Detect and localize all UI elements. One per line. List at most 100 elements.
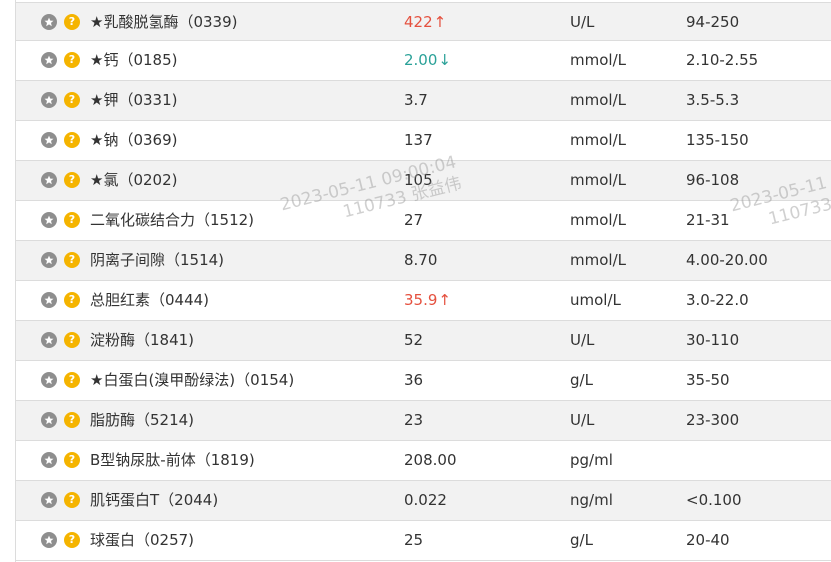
table-row: ? ★氯（0202) 105 mmol/L 96-108	[16, 161, 831, 201]
star-icon[interactable]	[41, 251, 57, 268]
test-result: 36	[404, 361, 423, 400]
test-unit: ng/ml	[570, 491, 613, 509]
test-result: 27	[404, 201, 423, 240]
star-icon[interactable]	[41, 211, 57, 228]
reference-range: 96-108	[686, 171, 740, 189]
result-value: 3.7	[404, 91, 428, 109]
row-icons: ?	[41, 321, 87, 360]
help-icon[interactable]: ?	[64, 411, 80, 428]
result-value: 2.00	[404, 51, 438, 69]
help-icon[interactable]: ?	[64, 251, 80, 268]
row-icons: ?	[41, 81, 87, 120]
table-row: ? ★乳酸脱氢酶（0339) 422↑ U/L 94-250	[16, 2, 831, 41]
table-row: ? 球蛋白（0257) 25 g/L 20-40	[16, 521, 831, 561]
result-value: 105	[404, 171, 433, 189]
result-value: 52	[404, 331, 424, 349]
help-icon[interactable]: ?	[64, 51, 80, 68]
lab-results-table: ? ★乳酸脱氢酶（0339) 422↑ U/L 94-250? ★钙（0185) 2.00↓…	[16, 2, 831, 561]
test-name: 总胆红素（0444)	[90, 291, 210, 309]
row-icons: ?	[41, 401, 87, 440]
test-name: B型钠尿肽-前体（1819)	[90, 451, 255, 469]
reference-range: 21-31	[686, 211, 730, 229]
test-result: 52	[404, 321, 423, 360]
help-icon[interactable]: ?	[64, 291, 80, 308]
reference-range: 94-250	[686, 13, 740, 31]
test-result: 422↑	[404, 3, 446, 42]
test-result: 105	[404, 161, 433, 200]
star-icon[interactable]	[41, 411, 57, 428]
star-icon[interactable]	[41, 91, 57, 108]
test-result: 137	[404, 121, 433, 160]
table-row: ? ★白蛋白(溴甲酚绿法)（0154) 36 g/L 35-50	[16, 361, 831, 401]
result-value: 25	[404, 531, 424, 549]
test-unit: U/L	[570, 411, 595, 429]
result-value: 137	[404, 131, 433, 149]
star-icon[interactable]	[41, 451, 57, 468]
test-result: 2.00↓	[404, 41, 451, 80]
help-icon[interactable]: ?	[64, 451, 80, 468]
reference-range: <0.100	[686, 491, 742, 509]
table-row: ? ★钙（0185) 2.00↓ mmol/L 2.10-2.55	[16, 41, 831, 81]
test-result: 25	[404, 521, 423, 560]
star-icon[interactable]	[41, 131, 57, 148]
star-icon[interactable]	[41, 51, 57, 68]
test-name: ★钾（0331)	[90, 91, 178, 109]
result-value: 208.00	[404, 451, 457, 469]
row-icons: ?	[41, 521, 87, 560]
reference-range: 2.10-2.55	[686, 51, 759, 69]
test-name: 肌钙蛋白T（2044)	[90, 491, 219, 509]
help-icon[interactable]: ?	[64, 371, 80, 388]
result-value: 36	[404, 371, 424, 389]
test-name: 脂肪酶（5214)	[90, 411, 195, 429]
result-value: 35.9	[404, 291, 438, 309]
help-icon[interactable]: ?	[64, 531, 80, 548]
reference-range: 3.0-22.0	[686, 291, 749, 309]
help-icon[interactable]: ?	[64, 171, 80, 188]
result-value: 23	[404, 411, 424, 429]
arrow-down-icon: ↓	[438, 51, 451, 69]
test-name: ★钠（0369)	[90, 131, 178, 149]
help-icon[interactable]: ?	[64, 211, 80, 228]
help-icon[interactable]: ?	[64, 13, 80, 30]
star-icon[interactable]	[41, 371, 57, 388]
test-unit: mmol/L	[570, 131, 626, 149]
star-icon[interactable]	[41, 291, 57, 308]
row-icons: ?	[41, 441, 87, 480]
row-icons: ?	[41, 201, 87, 240]
test-name: ★乳酸脱氢酶（0339)	[90, 13, 238, 31]
help-icon[interactable]: ?	[64, 331, 80, 348]
test-name: 淀粉酶（1841)	[90, 331, 195, 349]
test-name: 二氧化碳结合力（1512)	[90, 211, 255, 229]
test-unit: umol/L	[570, 291, 621, 309]
test-unit: mmol/L	[570, 51, 626, 69]
star-icon[interactable]	[41, 331, 57, 348]
help-icon[interactable]: ?	[64, 131, 80, 148]
result-value: 27	[404, 211, 424, 229]
help-icon[interactable]: ?	[64, 91, 80, 108]
test-unit: mmol/L	[570, 91, 626, 109]
table-row: ? ★钾（0331) 3.7 mmol/L 3.5-5.3	[16, 81, 831, 121]
row-icons: ?	[41, 3, 87, 42]
reference-range: 3.5-5.3	[686, 91, 740, 109]
result-value: 422	[404, 13, 433, 31]
table-row: ? 肌钙蛋白T（2044) 0.022 ng/ml <0.100	[16, 481, 831, 521]
row-icons: ?	[41, 241, 87, 280]
test-unit: U/L	[570, 13, 595, 31]
star-icon[interactable]	[41, 491, 57, 508]
test-name: 阴离子间隙（1514)	[90, 251, 225, 269]
reference-range: 135-150	[686, 131, 749, 149]
star-icon[interactable]	[41, 531, 57, 548]
test-unit: mmol/L	[570, 171, 626, 189]
test-unit: g/L	[570, 371, 593, 389]
test-unit: U/L	[570, 331, 595, 349]
test-result: 3.7	[404, 81, 428, 120]
row-icons: ?	[41, 161, 87, 200]
star-icon[interactable]	[41, 13, 57, 30]
arrow-up-icon: ↑	[438, 291, 451, 309]
table-row: ? 阴离子间隙（1514) 8.70 mmol/L 4.00-20.00	[16, 241, 831, 281]
table-row: ? B型钠尿肽-前体（1819) 208.00 pg/ml	[16, 441, 831, 481]
table-row: ? ★钠（0369) 137 mmol/L 135-150	[16, 121, 831, 161]
test-unit: g/L	[570, 531, 593, 549]
help-icon[interactable]: ?	[64, 491, 80, 508]
star-icon[interactable]	[41, 171, 57, 188]
